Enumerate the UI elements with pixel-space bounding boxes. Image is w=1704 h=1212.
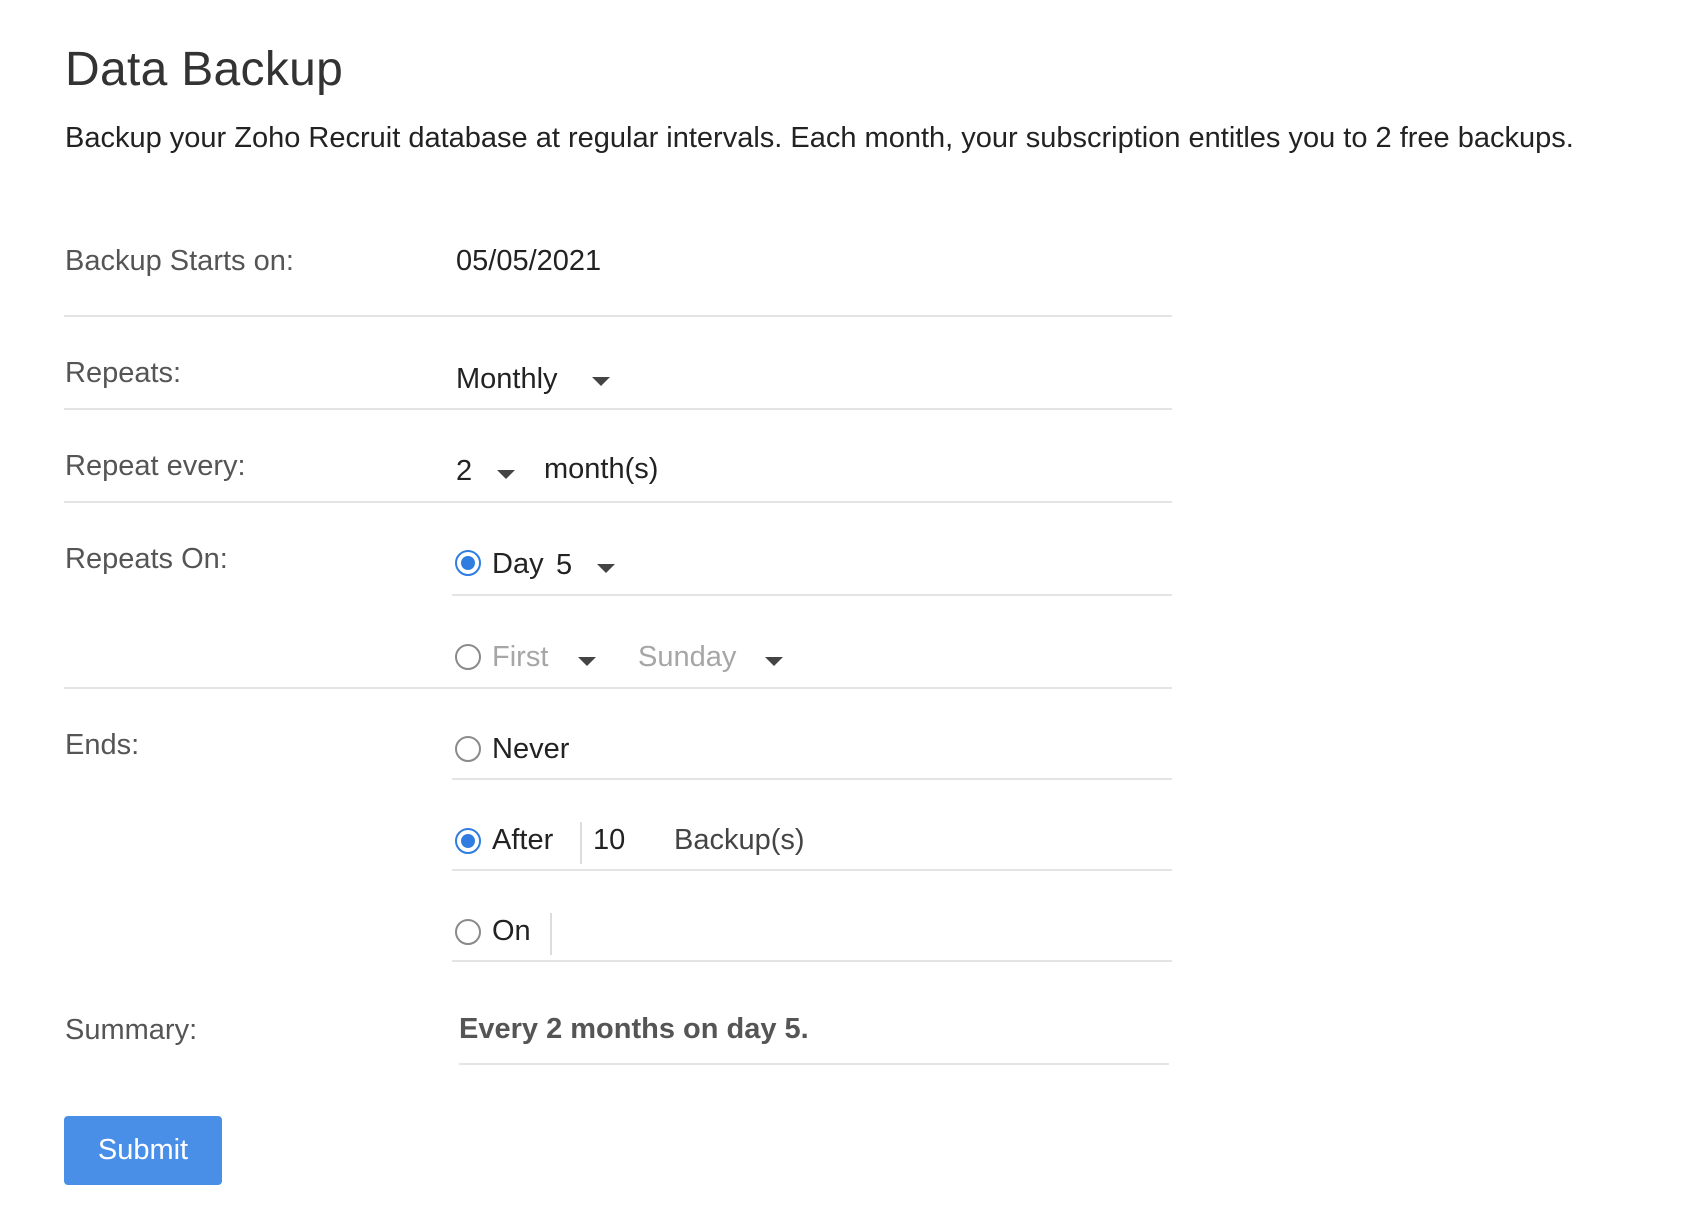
- summary-label: Summary:: [65, 1014, 198, 1046]
- divider: [452, 778, 1172, 780]
- divider: [550, 913, 552, 955]
- page-title: Data Backup: [65, 43, 344, 96]
- repeat-every-label: Repeat every:: [65, 450, 246, 482]
- ends-on-radio[interactable]: [455, 919, 481, 945]
- repeat-unit-label: month(s): [544, 453, 659, 485]
- repeat-weekday-radio[interactable]: [455, 644, 481, 670]
- ends-label: Ends:: [65, 729, 140, 761]
- ends-never-label: Never: [492, 733, 570, 765]
- chevron-down-icon[interactable]: [597, 564, 615, 573]
- chevron-down-icon[interactable]: [497, 470, 515, 479]
- chevron-down-icon[interactable]: [592, 377, 610, 386]
- repeat-day-select[interactable]: 5: [556, 549, 572, 582]
- divider: [452, 869, 1172, 871]
- repeats-on-label: Repeats On:: [65, 543, 228, 575]
- data-backup-page: Data Backup Backup your Zoho Recruit dat…: [0, 0, 1704, 1212]
- repeat-ordinal-select[interactable]: First: [492, 641, 548, 674]
- start-date-label: Backup Starts on:: [65, 245, 294, 277]
- ends-on-date-input[interactable]: [562, 915, 862, 951]
- ends-after-label: After: [492, 824, 554, 856]
- repeats-select[interactable]: Monthly: [456, 363, 558, 396]
- chevron-down-icon[interactable]: [578, 657, 596, 666]
- repeat-weekday-select[interactable]: Sunday: [638, 641, 736, 674]
- divider: [64, 315, 1172, 317]
- repeat-interval-select[interactable]: 2: [456, 455, 472, 488]
- summary-text: Every 2 months on day 5.: [459, 1013, 809, 1045]
- divider: [452, 960, 1172, 962]
- start-date-field[interactable]: 05/05/2021: [456, 245, 601, 278]
- submit-button[interactable]: Submit: [64, 1116, 222, 1185]
- repeat-day-label: Day: [492, 548, 544, 580]
- divider: [64, 408, 1172, 410]
- ends-never-radio[interactable]: [455, 736, 481, 762]
- divider: [64, 687, 1172, 689]
- divider: [64, 501, 1172, 503]
- divider: [580, 822, 582, 864]
- divider: [452, 594, 1172, 596]
- repeats-label: Repeats:: [65, 357, 182, 389]
- ends-after-unit-label: Backup(s): [674, 824, 805, 856]
- ends-after-radio[interactable]: [455, 828, 481, 854]
- ends-on-label: On: [492, 915, 531, 947]
- repeat-day-radio[interactable]: [455, 550, 481, 576]
- divider: [459, 1063, 1169, 1065]
- page-description: Backup your Zoho Recruit database at reg…: [65, 122, 1574, 154]
- ends-after-count-input[interactable]: 10: [593, 824, 625, 857]
- chevron-down-icon[interactable]: [765, 657, 783, 666]
